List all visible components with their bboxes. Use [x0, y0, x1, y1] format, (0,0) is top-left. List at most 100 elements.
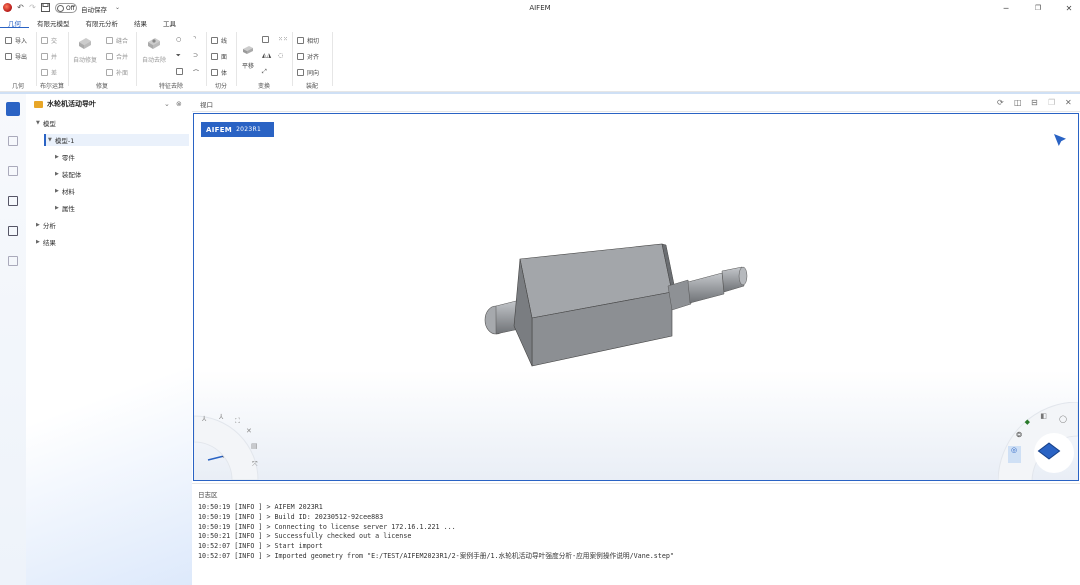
menu-geometry[interactable]: 几何	[0, 16, 29, 28]
zoom-fit-icon[interactable]: ⛶	[235, 417, 240, 426]
curve-tool-button[interactable]: ⌒	[193, 68, 199, 77]
folder-open-icon[interactable]	[8, 226, 18, 236]
display-settings-icon[interactable]: ❂	[1016, 431, 1022, 439]
fill-face-button[interactable]: 补面	[106, 68, 128, 77]
orbit-icon: ◎	[1011, 446, 1018, 454]
split-tool-button[interactable]: ⊃	[193, 52, 198, 59]
auto-repair-icon	[79, 38, 91, 49]
array-button[interactable]: ⁙⁙	[278, 36, 288, 43]
group-transform: 平移 ◭◮ ⤢ ⁙⁙ ◌ 变换	[236, 32, 292, 90]
subtract-button[interactable]: 差	[41, 68, 57, 77]
intersect-button[interactable]: 交	[41, 36, 57, 45]
import-label: 导入	[15, 38, 28, 45]
group-label-transform: 变换	[257, 83, 270, 90]
document-icon[interactable]	[8, 136, 18, 146]
tree-node-assembly[interactable]: ▶ 装配体	[55, 168, 81, 180]
add-file-icon[interactable]	[8, 166, 18, 176]
log-line: 10:50:19 [INFO ] > AIFEM 2023R1	[198, 503, 323, 511]
lock-view-icon[interactable]: ▤	[251, 442, 258, 450]
merge-button[interactable]: 合并	[106, 52, 128, 61]
view-axis-icon[interactable]: ⅄	[219, 413, 223, 421]
circular-array-button[interactable]: ◌	[278, 52, 283, 59]
stitch-label: 缝合	[116, 38, 129, 45]
split-vertical-icon[interactable]: ◫	[1014, 98, 1022, 107]
restore-icon[interactable]: ❐	[1031, 2, 1045, 14]
title-bar: ↶ ↷ Off 自动保存 ⌄ AIFEM ─ ❐ ✕	[0, 0, 1080, 16]
fill-face-label: 补面	[116, 70, 129, 77]
tree-node-property[interactable]: ▶ 属性	[55, 202, 75, 214]
rotate-button[interactable]	[262, 36, 272, 43]
rotate-icon	[262, 36, 269, 43]
save-icon[interactable]	[40, 2, 51, 13]
customize-icon[interactable]: ⌄	[112, 2, 123, 13]
group-label-geometry: 几何	[11, 83, 24, 90]
align-button[interactable]: 对齐	[297, 52, 319, 61]
coaxial-button[interactable]: 同向	[297, 68, 319, 77]
cut-face-label: 面	[221, 54, 228, 61]
play-file-icon[interactable]	[8, 196, 18, 206]
import-button[interactable]: 导入	[5, 36, 27, 45]
tree-node-material[interactable]: ▶ 材料	[55, 185, 75, 197]
tangent-button[interactable]: 相切	[297, 36, 319, 45]
project-title: 水轮机活动导叶	[47, 100, 96, 108]
guide-vane-model[interactable]	[484, 243, 748, 367]
menu-bar: 几何 有限元模型 有限元分析 结果 工具	[0, 16, 1080, 28]
menu-fe-analysis[interactable]: 有限元分析	[78, 16, 127, 28]
model-tree-icon[interactable]	[6, 102, 20, 116]
orbit-button[interactable]: ◎	[1008, 446, 1021, 463]
stitch-button[interactable]: 缝合	[106, 36, 128, 45]
shaded-mode-icon[interactable]: ◆	[1025, 418, 1030, 426]
split-horizontal-icon[interactable]: ⊟	[1031, 98, 1038, 107]
cut-line-button[interactable]: 线	[211, 36, 227, 45]
cut-face-button[interactable]: 面	[211, 52, 227, 61]
float-window-icon[interactable]: ❐	[1048, 98, 1055, 107]
pan-icon[interactable]: ⤧	[252, 460, 258, 469]
export-file-icon[interactable]	[8, 256, 18, 266]
frame-tool-button[interactable]	[176, 68, 186, 75]
log-panel[interactable]: 10:50:19 [INFO ] > AIFEM 2023R1 10:50:19…	[192, 501, 1080, 585]
tree-node-model-1[interactable]: ▼ 模型-1	[44, 134, 189, 146]
auto-repair-button[interactable]: 自动修复	[73, 36, 97, 64]
union-button[interactable]: 并	[41, 52, 57, 61]
export-button[interactable]: 导出	[5, 52, 27, 61]
face-icon	[211, 53, 218, 60]
model-tree-panel: 水轮机活动导叶 ⌄ ⊗ ▼ 模型 ▼ 模型-1 ▶ 零件 ▶ 装配体 ▶ 材料 ▶ 属性 ▶…	[26, 94, 192, 585]
tree-node-result[interactable]: ▶ 结果	[36, 236, 56, 248]
filter-tool-button[interactable]: ⏷	[176, 52, 181, 60]
collapse-arrow-icon: ▶	[36, 239, 40, 245]
close-project-icon[interactable]: ⊗	[176, 100, 182, 108]
menu-fe-model[interactable]: 有限元模型	[29, 16, 78, 28]
subtract-icon	[41, 69, 48, 76]
menu-results[interactable]: 结果	[126, 16, 155, 28]
close-icon[interactable]: ✕	[1062, 2, 1076, 14]
3d-viewport[interactable]: AIFEM 2023R1 ⅄ ⅄ ⛶ ✕ ▤ ⤧ ◆ ◧ ◯ ❂ ◎	[193, 113, 1079, 481]
tree-node-parts[interactable]: ▶ 零件	[55, 151, 75, 163]
wireframe-mode-icon[interactable]: ◧	[1040, 412, 1047, 420]
tree-node-analysis[interactable]: ▶ 分析	[36, 219, 56, 231]
export-label: 导出	[15, 54, 28, 61]
hidden-line-icon[interactable]: ◯	[1059, 415, 1067, 423]
mirror-button[interactable]: ◭◮	[262, 52, 271, 59]
group-repair: 自动修复 缝合 合并 补面 修复	[68, 32, 136, 90]
tree-node-model[interactable]: ▼ 模型	[36, 117, 56, 129]
reset-view-icon[interactable]: ✕	[246, 427, 252, 435]
translate-button[interactable]: 平移	[240, 42, 256, 70]
minimize-icon[interactable]: ─	[999, 2, 1013, 14]
group-label-cut: 切分	[214, 83, 227, 90]
refresh-icon[interactable]: ⟳	[997, 98, 1004, 107]
autosave-toggle[interactable]: Off	[55, 3, 77, 13]
view-front-icon[interactable]: ⅄	[202, 415, 206, 423]
undo-icon[interactable]: ↶	[15, 2, 26, 13]
cut-body-button[interactable]: 体	[211, 68, 227, 77]
scale-button[interactable]: ⤢	[262, 68, 267, 76]
tree-node-label: 材料	[61, 188, 75, 196]
fillet-tool-button[interactable]: ○	[176, 36, 181, 43]
chevron-down-icon[interactable]: ⌄	[164, 100, 170, 108]
menu-tools[interactable]: 工具	[155, 16, 184, 28]
redo-icon[interactable]: ↷	[27, 2, 38, 13]
close-viewport-icon[interactable]: ✕	[1065, 98, 1072, 107]
corner-tool-button[interactable]: ⌝	[193, 36, 196, 43]
view-cube-wheel[interactable]	[998, 402, 1078, 481]
auto-remove-icon	[148, 38, 160, 49]
auto-remove-button[interactable]: 自动去除	[142, 36, 166, 64]
